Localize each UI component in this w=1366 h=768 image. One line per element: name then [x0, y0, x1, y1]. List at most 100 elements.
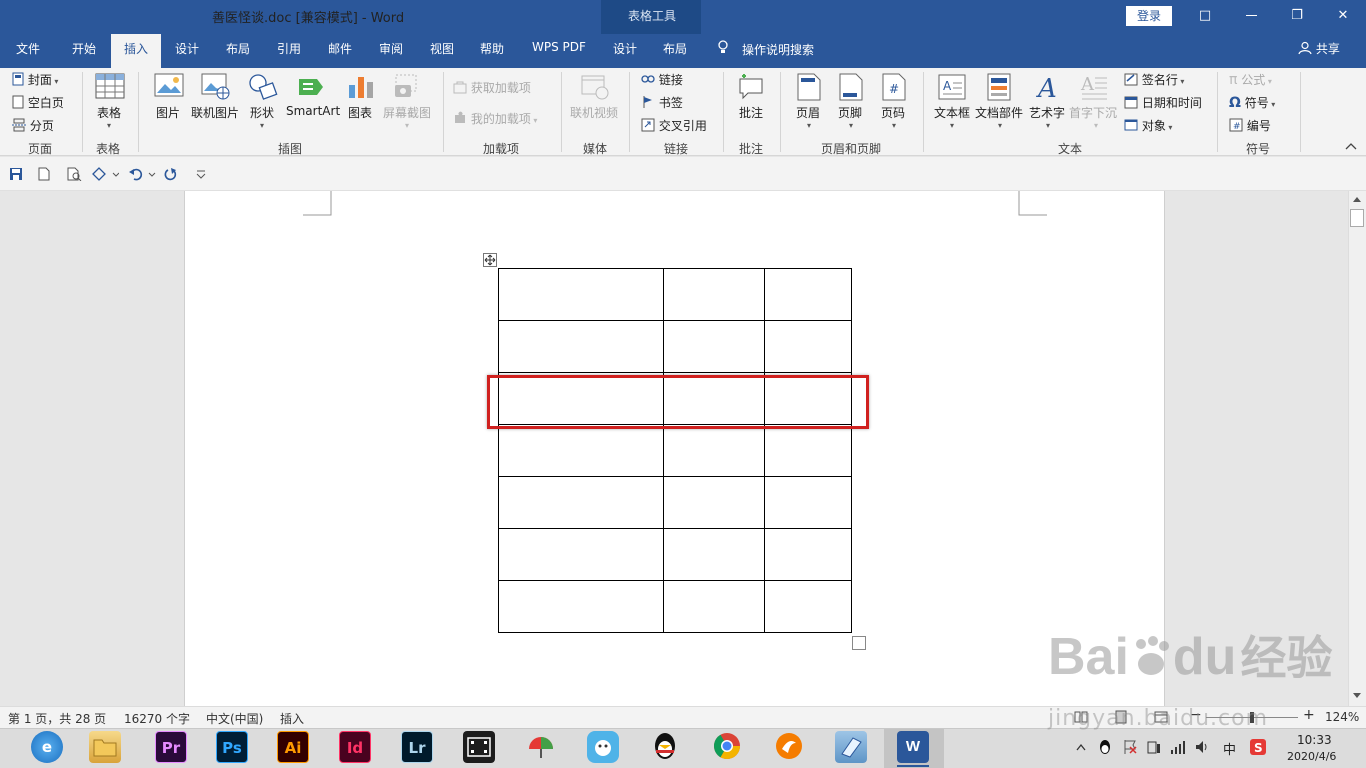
minimize-button[interactable] [1234, 4, 1268, 28]
zoom-level[interactable]: 124% [1325, 710, 1359, 724]
table-cell[interactable] [764, 580, 852, 633]
signature-line-button[interactable]: 签名行 ▾ [1124, 71, 1184, 88]
table-resize-handle[interactable] [852, 636, 866, 650]
table-button[interactable]: 表格 ▾ [92, 71, 128, 137]
wordart-button[interactable]: A 艺术字 ▾ [1028, 71, 1068, 131]
volume-icon[interactable] [1194, 739, 1210, 755]
taskbar-app-umbrella[interactable] [525, 731, 557, 763]
table-cell[interactable] [764, 424, 852, 477]
taskbar-browser[interactable]: e [31, 731, 63, 763]
bookmark-button[interactable]: 书签 [641, 94, 683, 111]
table-cell[interactable] [498, 528, 664, 581]
tab-wps-pdf[interactable]: WPS PDF [532, 40, 586, 62]
table-cell[interactable] [498, 476, 664, 529]
shapes-button[interactable]: 形状 ▾ [246, 71, 280, 131]
taskbar-illustrator[interactable]: Ai [277, 731, 309, 763]
link-button[interactable]: 链接 [641, 71, 683, 88]
clock-time[interactable]: 10:33 [1297, 733, 1332, 747]
taskbar-premiere[interactable]: Pr [155, 731, 187, 763]
table-cell[interactable] [663, 424, 765, 477]
taskbar-chrome[interactable] [711, 731, 743, 763]
table-cell[interactable] [764, 476, 852, 529]
taskbar-file-explorer[interactable] [89, 731, 121, 763]
table-cell[interactable] [498, 580, 664, 633]
tab-mailings[interactable]: 邮件 [328, 40, 352, 62]
table-cell[interactable] [663, 580, 765, 633]
taskbar-lightroom[interactable]: Lr [401, 731, 433, 763]
chart-button[interactable]: 图表 [344, 71, 378, 121]
tab-view[interactable]: 视图 [430, 40, 454, 62]
ime-indicator[interactable]: 中 [1223, 739, 1236, 758]
table-move-handle-icon[interactable] [483, 253, 497, 267]
taskbar-video-editor[interactable] [463, 731, 495, 763]
table-cell[interactable] [764, 320, 852, 373]
draw-shape-icon[interactable] [91, 167, 119, 181]
online-pictures-button[interactable]: 联机图片 [191, 71, 241, 121]
taskbar-app-note[interactable] [835, 731, 867, 763]
document-table[interactable] [498, 268, 852, 633]
zoom-in-button[interactable]: + [1303, 707, 1315, 723]
tab-design[interactable]: 设计 [175, 40, 199, 62]
tray-device-icon[interactable] [1146, 739, 1162, 755]
table-cell[interactable] [663, 268, 765, 321]
sogou-input-icon[interactable]: S [1250, 739, 1266, 755]
tab-help[interactable]: 帮助 [480, 40, 504, 62]
clock-date[interactable]: 2020/4/6 [1287, 750, 1336, 763]
table-cell[interactable] [663, 528, 765, 581]
undo-icon[interactable] [128, 167, 156, 181]
collapse-ribbon-button[interactable] [1345, 141, 1357, 154]
taskbar-app-orange[interactable] [773, 731, 805, 763]
pictures-button[interactable]: 图片 [152, 71, 186, 121]
page-count-status[interactable]: 第 1 页，共 28 页 [8, 710, 106, 727]
get-addins-button[interactable]: 获取加载项 [453, 79, 531, 96]
tab-references[interactable]: 引用 [277, 40, 301, 62]
tab-layout[interactable]: 布局 [226, 40, 250, 62]
symbol-button[interactable]: Ω 符号 ▾ [1229, 94, 1275, 111]
tray-flag-icon[interactable] [1122, 739, 1138, 755]
footer-button[interactable]: 页脚 ▾ [834, 71, 868, 131]
tab-table-design[interactable]: 设计 [613, 40, 637, 62]
cover-page-button[interactable]: 封面 ▾ [12, 71, 58, 88]
tab-insert[interactable]: 插入 [124, 40, 148, 62]
close-button[interactable]: ✕ [1326, 4, 1360, 28]
language-status[interactable]: 中文(中国) [206, 710, 263, 727]
table-cell[interactable] [764, 268, 852, 321]
page-break-button[interactable]: 分页 [12, 117, 54, 134]
taskbar-app-bird[interactable] [587, 731, 619, 763]
taskbar-qq[interactable] [649, 731, 681, 763]
table-cell[interactable] [498, 268, 664, 321]
tray-expand-icon[interactable] [1076, 743, 1086, 751]
page-number-button[interactable]: # 页码 ▾ [877, 71, 911, 131]
tell-me-search[interactable]: 操作说明搜索 [742, 41, 814, 58]
table-cell[interactable] [498, 320, 664, 373]
cross-reference-button[interactable]: 交叉引用 [641, 117, 707, 134]
ribbon-display-options-button[interactable]: □ [1188, 4, 1222, 28]
my-addins-button[interactable]: 我的加载项 ▾ [453, 110, 537, 127]
new-comment-button[interactable]: 批注 [733, 71, 769, 121]
redo-icon[interactable] [164, 167, 178, 181]
scroll-down-icon[interactable] [1352, 692, 1362, 700]
taskbar-photoshop[interactable]: Ps [216, 731, 248, 763]
vertical-scrollbar[interactable] [1348, 191, 1366, 706]
table-cell[interactable] [498, 424, 664, 477]
scroll-up-icon[interactable] [1352, 195, 1362, 203]
login-button[interactable]: 登录 [1126, 6, 1172, 26]
text-box-button[interactable]: A 文本框 ▾ [932, 71, 972, 131]
taskbar-indesign[interactable]: Id [339, 731, 371, 763]
taskbar-word[interactable]: W [897, 731, 929, 763]
blank-page-button[interactable]: 空白页 [12, 94, 64, 111]
numbering-button[interactable]: # 编号 [1229, 117, 1271, 134]
tab-table-layout[interactable]: 布局 [663, 40, 687, 62]
tab-home[interactable]: 开始 [72, 40, 96, 62]
table-cell[interactable] [764, 528, 852, 581]
equation-button[interactable]: π 公式 ▾ [1229, 71, 1272, 88]
screenshot-button[interactable]: 屏幕截图 ▾ [383, 71, 433, 131]
restore-button[interactable]: ❐ [1280, 4, 1314, 28]
word-count-status[interactable]: 16270 个字 [124, 710, 190, 727]
object-button[interactable]: 对象 ▾ [1124, 117, 1172, 134]
tab-review[interactable]: 审阅 [379, 40, 403, 62]
new-document-icon[interactable] [37, 167, 51, 181]
tab-file[interactable]: 文件 [16, 40, 40, 62]
print-preview-icon[interactable] [66, 167, 82, 181]
table-cell[interactable] [663, 320, 765, 373]
